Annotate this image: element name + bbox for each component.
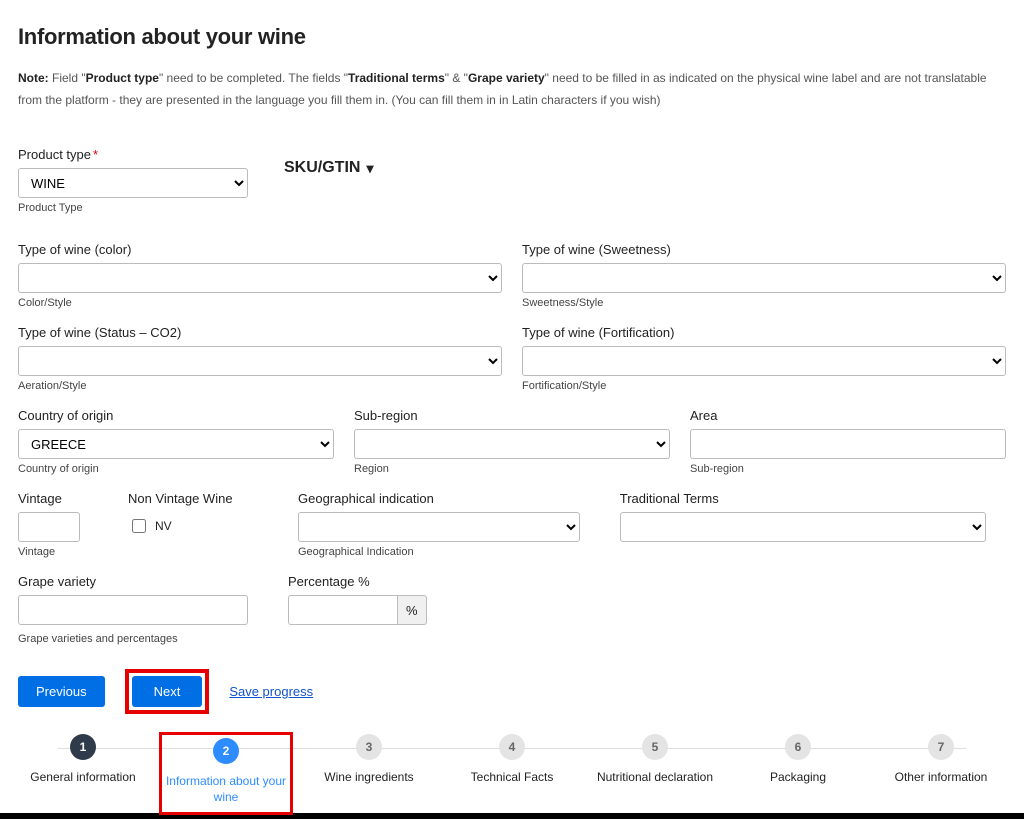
wine-color-label: Type of wine (color)	[18, 242, 502, 257]
bottom-bar	[0, 813, 1024, 819]
step-4[interactable]: 4 Technical Facts	[447, 734, 577, 813]
wine-status-helper: Aeration/Style	[18, 380, 502, 392]
wine-status-select[interactable]	[18, 346, 502, 376]
wine-fortification-label: Type of wine (Fortification)	[522, 325, 1006, 340]
wine-sweetness-select[interactable]	[522, 263, 1006, 293]
vintage-label: Vintage	[18, 491, 88, 506]
subregion-select[interactable]	[354, 429, 670, 459]
country-label: Country of origin	[18, 408, 334, 423]
sku-gtin-toggle[interactable]: SKU/GTIN ▾	[284, 159, 373, 177]
wine-color-helper: Color/Style	[18, 297, 502, 309]
grape-helper: Grape varieties and percentages	[18, 633, 1006, 645]
save-progress-link[interactable]: Save progress	[229, 684, 313, 699]
step-circle: 6	[785, 734, 811, 760]
percentage-suffix: %	[398, 595, 427, 625]
page-title: Information about your wine	[18, 24, 1006, 50]
previous-button[interactable]: Previous	[18, 676, 105, 707]
step-label: General information	[30, 770, 135, 786]
area-input[interactable]	[690, 429, 1006, 459]
step-circle: 7	[928, 734, 954, 760]
step-label: Packaging	[770, 770, 826, 786]
step-5[interactable]: 5 Nutritional declaration	[590, 734, 720, 813]
next-button[interactable]: Next	[132, 676, 203, 707]
wine-color-select[interactable]	[18, 263, 502, 293]
product-type-helper: Product Type	[18, 202, 248, 214]
area-label: Area	[690, 408, 1006, 423]
step-label: Other information	[895, 770, 988, 786]
wine-fortification-select[interactable]	[522, 346, 1006, 376]
grape-variety-label: Grape variety	[18, 574, 248, 589]
product-type-label: Product type*	[18, 147, 248, 162]
percentage-label: Percentage %	[288, 574, 448, 589]
geo-indication-label: Geographical indication	[298, 491, 580, 506]
step-7[interactable]: 7 Other information	[876, 734, 1006, 813]
grape-variety-input[interactable]	[18, 595, 248, 625]
step-circle: 3	[356, 734, 382, 760]
step-6[interactable]: 6 Packaging	[733, 734, 863, 813]
product-type-select[interactable]: WINE	[18, 168, 248, 198]
country-helper: Country of origin	[18, 463, 334, 475]
subregion-label: Sub-region	[354, 408, 670, 423]
country-select[interactable]: GREECE	[18, 429, 334, 459]
chevron-down-icon: ▾	[366, 160, 373, 177]
next-button-highlight: Next	[125, 669, 210, 714]
step-circle: 5	[642, 734, 668, 760]
traditional-terms-label: Traditional Terms	[620, 491, 986, 506]
traditional-terms-select[interactable]	[620, 512, 986, 542]
vintage-helper: Vintage	[18, 546, 88, 558]
wine-status-label: Type of wine (Status – CO2)	[18, 325, 502, 340]
wine-sweetness-label: Type of wine (Sweetness)	[522, 242, 1006, 257]
step-label: Nutritional declaration	[597, 770, 713, 786]
vintage-input[interactable]	[18, 512, 80, 542]
note-text: Note: Field "Product type" need to be co…	[18, 68, 1006, 111]
area-helper: Sub-region	[690, 463, 1006, 475]
nv-checkbox[interactable]	[132, 519, 146, 533]
step-circle: 2	[213, 738, 239, 764]
wine-sweetness-helper: Sweetness/Style	[522, 297, 1006, 309]
geo-indication-select[interactable]	[298, 512, 580, 542]
step-3[interactable]: 3 Wine ingredients	[304, 734, 434, 813]
wizard-stepper: 1 General information 2 Information about y…	[18, 734, 1006, 813]
nv-checkbox-label: NV	[155, 519, 172, 533]
step-1[interactable]: 1 General information	[18, 734, 148, 813]
step-circle: 4	[499, 734, 525, 760]
geo-indication-helper: Geographical Indication	[298, 546, 580, 558]
step-label: Wine ingredients	[324, 770, 413, 786]
wine-fortification-helper: Fortification/Style	[522, 380, 1006, 392]
step-2[interactable]: 2 Information about your wine	[161, 734, 291, 813]
step-label: Technical Facts	[471, 770, 554, 786]
step-label: Information about your wine	[161, 774, 291, 805]
nv-group-label: Non Vintage Wine	[128, 491, 258, 506]
subregion-helper: Region	[354, 463, 670, 475]
percentage-input[interactable]	[288, 595, 398, 625]
step-circle: 1	[70, 734, 96, 760]
